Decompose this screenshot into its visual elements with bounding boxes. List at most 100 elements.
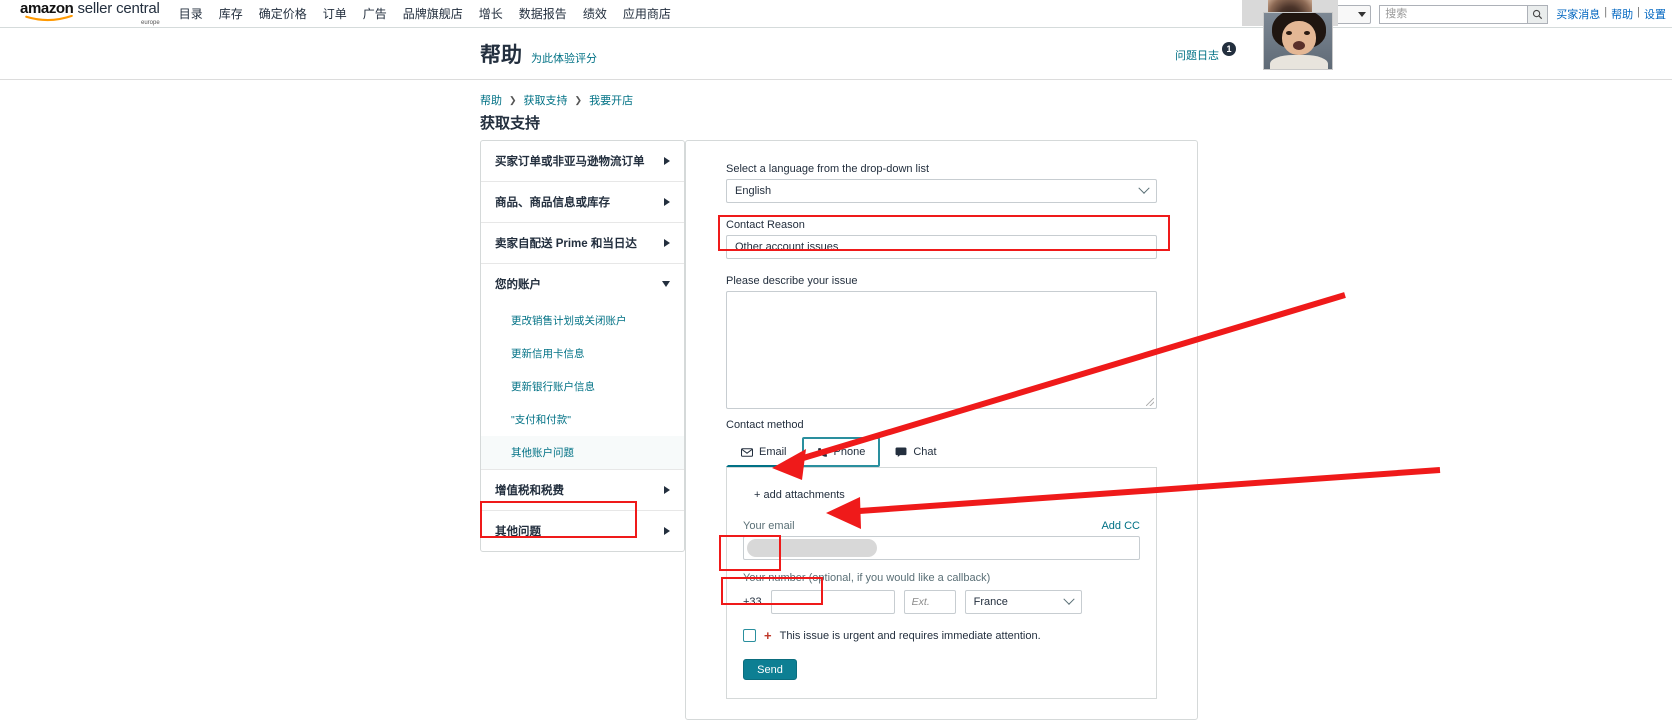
- email-redaction-overlay: [747, 539, 877, 557]
- tab-email-label: Email: [759, 446, 787, 458]
- breadcrumb-separator-2: ❯: [574, 94, 583, 105]
- phone-icon: [817, 447, 828, 458]
- chevron-down-icon: [1138, 182, 1150, 194]
- describe-issue-textarea[interactable]: [726, 291, 1157, 409]
- your-email-label: Your email: [743, 520, 795, 532]
- nav-item-catalog[interactable]: 目录: [178, 3, 204, 24]
- send-button[interactable]: Send: [743, 659, 797, 680]
- tab-phone[interactable]: Phone: [801, 437, 881, 467]
- rate-experience-link[interactable]: 为此体验评分: [531, 50, 597, 66]
- sidebar-subitem-update-bank-account[interactable]: 更新银行账户信息: [481, 370, 684, 403]
- contact-reason-label: Contact Reason: [726, 219, 805, 231]
- help-title-group: 帮助 为此体验评分: [480, 39, 597, 69]
- your-email-input[interactable]: [743, 536, 1140, 560]
- nav-item-orders[interactable]: 订单: [322, 3, 348, 24]
- breadcrumb-separator-1: ❯: [509, 94, 517, 105]
- breadcrumb-item-get-support[interactable]: 获取支持: [524, 92, 568, 108]
- urgent-checkbox[interactable]: [743, 629, 756, 642]
- sidebar-group-your-account: 您的账户 更改销售计划或关闭账户 更新信用卡信息 更新银行账户信息 "支付和付款…: [481, 264, 684, 470]
- sidebar-group-other: 其他问题: [481, 511, 684, 551]
- nav-item-brand-store[interactable]: 品牌旗舰店: [402, 3, 464, 24]
- sidebar-item-label: 买家订单或非亚马逊物流订单: [495, 156, 645, 168]
- link-buyer-messages[interactable]: 买家消息: [1556, 6, 1600, 22]
- chat-icon: [895, 447, 907, 457]
- amazon-smile-icon: [25, 15, 73, 22]
- breadcrumb-item-help[interactable]: 帮助: [480, 92, 502, 108]
- search-icon: [1533, 9, 1543, 19]
- sidebar-group-buyer-orders: 买家订单或非亚马逊物流订单: [481, 141, 684, 182]
- nav-item-appstore[interactable]: 应用商店: [622, 3, 672, 24]
- chevron-down-icon: [1063, 593, 1075, 605]
- amazon-seller-central-logo[interactable]: amazon seller central europe: [20, 1, 160, 26]
- sidebar-item-products[interactable]: 商品、商品信息或库存: [481, 182, 684, 222]
- nav-item-reports[interactable]: 数据报告: [518, 3, 568, 24]
- phone-number-input[interactable]: [770, 590, 895, 614]
- top-nav-right-group: 中文 买家消息 | 帮助 | 设置: [1309, 0, 1666, 28]
- sidebar-item-other-issues[interactable]: 其他问题: [481, 511, 684, 551]
- link-settings[interactable]: 设置: [1644, 6, 1666, 22]
- sidebar-item-seller-fulfilled-prime[interactable]: 卖家自配送 Prime 和当日达: [481, 223, 684, 263]
- add-cc-link[interactable]: Add CC: [1101, 520, 1140, 532]
- country-select-value: France: [973, 596, 1008, 608]
- tab-chat[interactable]: Chat: [880, 437, 951, 467]
- issue-log-count-badge: 1: [1222, 42, 1236, 56]
- nav-item-advertising[interactable]: 广告: [362, 3, 388, 24]
- contact-method-label: Contact method: [726, 419, 804, 431]
- sidebar-subitem-other-account-issues[interactable]: 其他账户问题: [481, 436, 684, 469]
- contact-reason-field[interactable]: Other account issues: [726, 235, 1157, 259]
- issue-log-link[interactable]: 问题日志 1: [1175, 42, 1236, 63]
- search-input[interactable]: [1379, 4, 1528, 24]
- search-button[interactable]: [1527, 4, 1549, 24]
- phone-entry-row: +33 Ext. France: [743, 590, 1140, 614]
- tab-email[interactable]: Email: [726, 437, 802, 467]
- webcam-eye-right: [1304, 31, 1310, 35]
- chevron-right-icon: [664, 486, 670, 494]
- chevron-down-icon: [1358, 11, 1367, 17]
- sidebar-item-your-account[interactable]: 您的账户: [481, 264, 684, 304]
- extension-input[interactable]: Ext.: [903, 590, 956, 614]
- nav-item-inventory[interactable]: 库存: [218, 3, 244, 24]
- breadcrumb: 帮助 ❯ 获取支持 ❯ 我要开店: [480, 92, 633, 108]
- add-attachments-button[interactable]: + add attachments: [743, 482, 856, 508]
- chevron-right-icon: [664, 157, 670, 165]
- language-field-label: Select a language from the drop-down lis…: [726, 163, 930, 175]
- tab-phone-label: Phone: [833, 446, 866, 458]
- link-separator-1: |: [1604, 6, 1608, 18]
- language-select[interactable]: English: [726, 179, 1157, 203]
- sidebar-subitem-change-selling-plan[interactable]: 更改销售计划或关闭账户: [481, 304, 684, 337]
- top-navigation-bar: amazon seller central europe 目录 库存 确定价格 …: [0, 0, 1672, 28]
- country-select[interactable]: France: [964, 590, 1082, 614]
- contact-reason-value: Other account issues: [735, 241, 839, 253]
- sidebar-group-vat-tax: 增值税和税费: [481, 470, 684, 511]
- chevron-right-icon: [664, 198, 670, 206]
- help-header-band: 帮助 为此体验评分 问题日志 1: [0, 28, 1672, 80]
- webcam-mouth: [1293, 41, 1305, 50]
- breadcrumb-item-open-store[interactable]: 我要开店: [589, 92, 633, 108]
- sidebar-group-products: 商品、商品信息或库存: [481, 182, 684, 223]
- sidebar-subitem-payments[interactable]: "支付和付款": [481, 403, 684, 436]
- sidebar-group-sfp: 卖家自配送 Prime 和当日达: [481, 223, 684, 264]
- resize-grip-icon[interactable]: [1146, 398, 1154, 406]
- language-select-value: English: [735, 185, 772, 197]
- nav-item-performance[interactable]: 绩效: [582, 3, 608, 24]
- webcam-picture-in-picture: [1263, 12, 1333, 70]
- describe-issue-label: Please describe your issue: [726, 275, 858, 287]
- sidebar-subitem-update-credit-card[interactable]: 更新信用卡信息: [481, 337, 684, 370]
- nav-item-pricing[interactable]: 确定价格: [258, 3, 308, 24]
- sidebar-item-vat-and-tax[interactable]: 增值税和税费: [481, 470, 684, 510]
- nav-item-growth[interactable]: 增长: [478, 3, 504, 24]
- global-search: [1379, 4, 1549, 24]
- chevron-right-icon: [664, 239, 670, 247]
- country-code-prefix: +33: [743, 596, 762, 608]
- sidebar-item-label: 商品、商品信息或库存: [495, 197, 610, 209]
- logo-region-text: europe: [141, 20, 160, 26]
- chevron-down-icon: [662, 281, 670, 287]
- your-email-header-row: Your email Add CC: [743, 520, 1140, 532]
- sidebar-item-label: 您的账户: [495, 279, 541, 291]
- link-help[interactable]: 帮助: [1611, 6, 1633, 22]
- webcam-eye-left: [1286, 31, 1292, 35]
- support-category-sidebar: 买家订单或非亚马逊物流订单 商品、商品信息或库存 卖家自配送 Prime 和当日…: [480, 140, 685, 552]
- sidebar-item-buyer-orders[interactable]: 买家订单或非亚马逊物流订单: [481, 141, 684, 181]
